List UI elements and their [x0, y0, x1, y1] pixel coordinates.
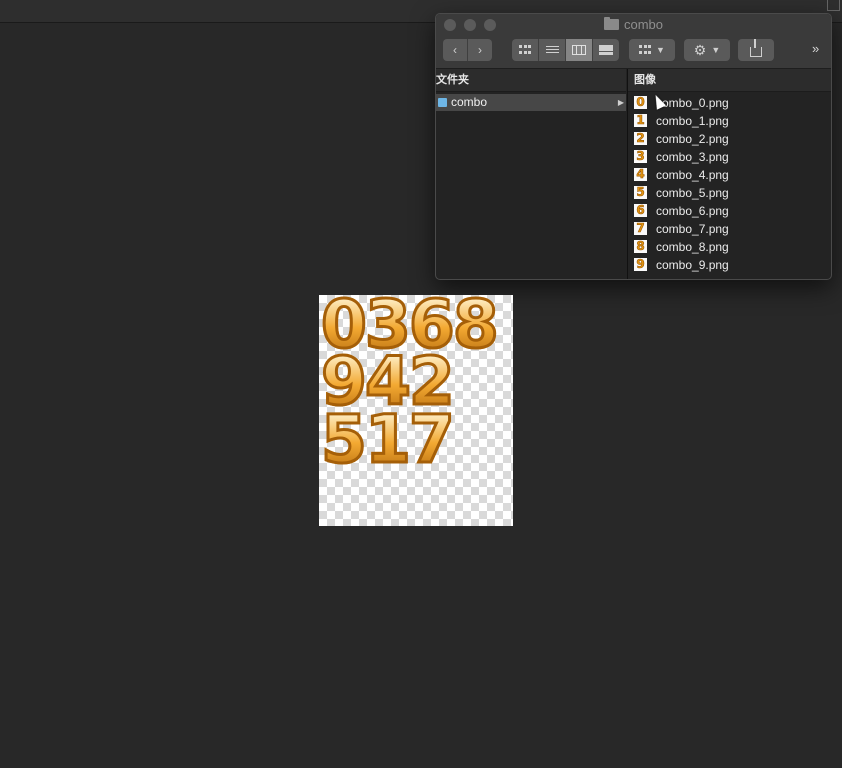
- share-icon[interactable]: [827, 0, 840, 11]
- file-item[interactable]: 1 combo_1.png: [634, 112, 824, 130]
- digit-row: 5 1 7: [320, 401, 457, 478]
- window-title-text: combo: [623, 17, 664, 32]
- column-view-button[interactable]: [565, 39, 592, 61]
- image-thumbnail: 1: [634, 113, 647, 127]
- file-item[interactable]: 5 combo_5.png: [634, 184, 824, 202]
- finder-window: combo ‹ › ▼ ⚙ ▼ » 文件夹 图像 combo ▶ 0 combo…: [435, 13, 832, 280]
- chevron-down-icon: ▼: [711, 45, 721, 55]
- share-icon: [750, 39, 762, 57]
- icon-view-icon: [519, 45, 531, 55]
- file-item[interactable]: 9 combo_9.png: [634, 256, 824, 274]
- file-item[interactable]: 6 combo_6.png: [634, 202, 824, 220]
- window-title: combo: [436, 17, 831, 32]
- image-thumbnail: 3: [634, 149, 647, 163]
- folder-icon: [438, 98, 447, 107]
- chevron-right-icon: ›: [478, 43, 482, 57]
- back-button[interactable]: ‹: [443, 39, 467, 61]
- image-thumbnail: 9: [634, 257, 647, 271]
- folder-label: combo: [451, 95, 488, 109]
- action-menu-button[interactable]: ⚙ ▼: [684, 39, 730, 61]
- file-name: combo_8.png: [656, 240, 729, 254]
- gallery-view-button[interactable]: [592, 39, 619, 61]
- file-item[interactable]: 8 combo_8.png: [634, 238, 824, 256]
- window-titlebar: combo ‹ › ▼ ⚙ ▼ »: [436, 14, 831, 69]
- image-thumbnail: 2: [634, 131, 647, 145]
- digit-glyph: 7: [407, 401, 456, 478]
- action-control: ⚙ ▼: [684, 39, 730, 61]
- forward-button[interactable]: ›: [467, 39, 492, 61]
- folder-row-combo[interactable]: combo ▶: [436, 94, 626, 111]
- file-item[interactable]: 4 combo_4.png: [634, 166, 824, 184]
- share-button[interactable]: [738, 39, 774, 61]
- column-divider[interactable]: [627, 69, 628, 279]
- image-thumbnail: 4: [634, 167, 647, 181]
- group-by-control: ▼: [629, 39, 675, 61]
- digit-glyph: 5: [320, 401, 369, 478]
- image-thumbnail: 8: [634, 239, 647, 253]
- file-name: combo_7.png: [656, 222, 729, 236]
- toolbar-overflow-button[interactable]: »: [812, 41, 819, 56]
- file-name: combo_9.png: [656, 258, 729, 272]
- file-item[interactable]: 2 combo_2.png: [634, 130, 824, 148]
- images-column-header: 图像: [628, 69, 831, 92]
- file-item[interactable]: 7 combo_7.png: [634, 220, 824, 238]
- file-name: combo_5.png: [656, 186, 729, 200]
- file-name: combo_3.png: [656, 150, 729, 164]
- list-view-button[interactable]: [538, 39, 565, 61]
- file-name: combo_1.png: [656, 114, 729, 128]
- chevron-left-icon: ‹: [453, 43, 457, 57]
- file-name: combo_6.png: [656, 204, 729, 218]
- icon-view-button[interactable]: [512, 39, 538, 61]
- image-thumbnail: 0: [634, 95, 647, 109]
- gear-icon: ⚙: [693, 41, 707, 58]
- image-thumbnail: 5: [634, 185, 647, 199]
- folders-column-header: 文件夹: [436, 69, 626, 92]
- digit-glyph: 1: [363, 401, 412, 478]
- file-item[interactable]: 3 combo_3.png: [634, 148, 824, 166]
- file-name: combo_4.png: [656, 168, 729, 182]
- group-by-button[interactable]: ▼: [629, 39, 675, 61]
- share-control: [738, 39, 774, 61]
- navigation-buttons: ‹ ›: [443, 39, 492, 61]
- file-name: combo_2.png: [656, 132, 729, 146]
- file-list: 0 combo_0.png 1 combo_1.png 2 combo_2.png 3…: [634, 94, 824, 274]
- image-thumbnail: 7: [634, 221, 647, 235]
- group-grid-icon: [639, 45, 652, 55]
- column-view-icon: [572, 45, 586, 55]
- file-name: combo_0.png: [656, 96, 729, 110]
- list-view-icon: [545, 45, 559, 55]
- sprite-sheet-preview: 0 3 6 8 9 4 2 5 1 7: [319, 295, 513, 526]
- view-mode-buttons: [512, 39, 619, 61]
- folder-icon: [603, 17, 619, 30]
- disclosure-arrow-icon: ▶: [617, 98, 624, 107]
- gallery-view-icon: [599, 45, 613, 55]
- chevron-down-icon: ▼: [656, 45, 665, 55]
- digit-glyph: 8: [451, 295, 500, 363]
- image-thumbnail: 6: [634, 203, 647, 217]
